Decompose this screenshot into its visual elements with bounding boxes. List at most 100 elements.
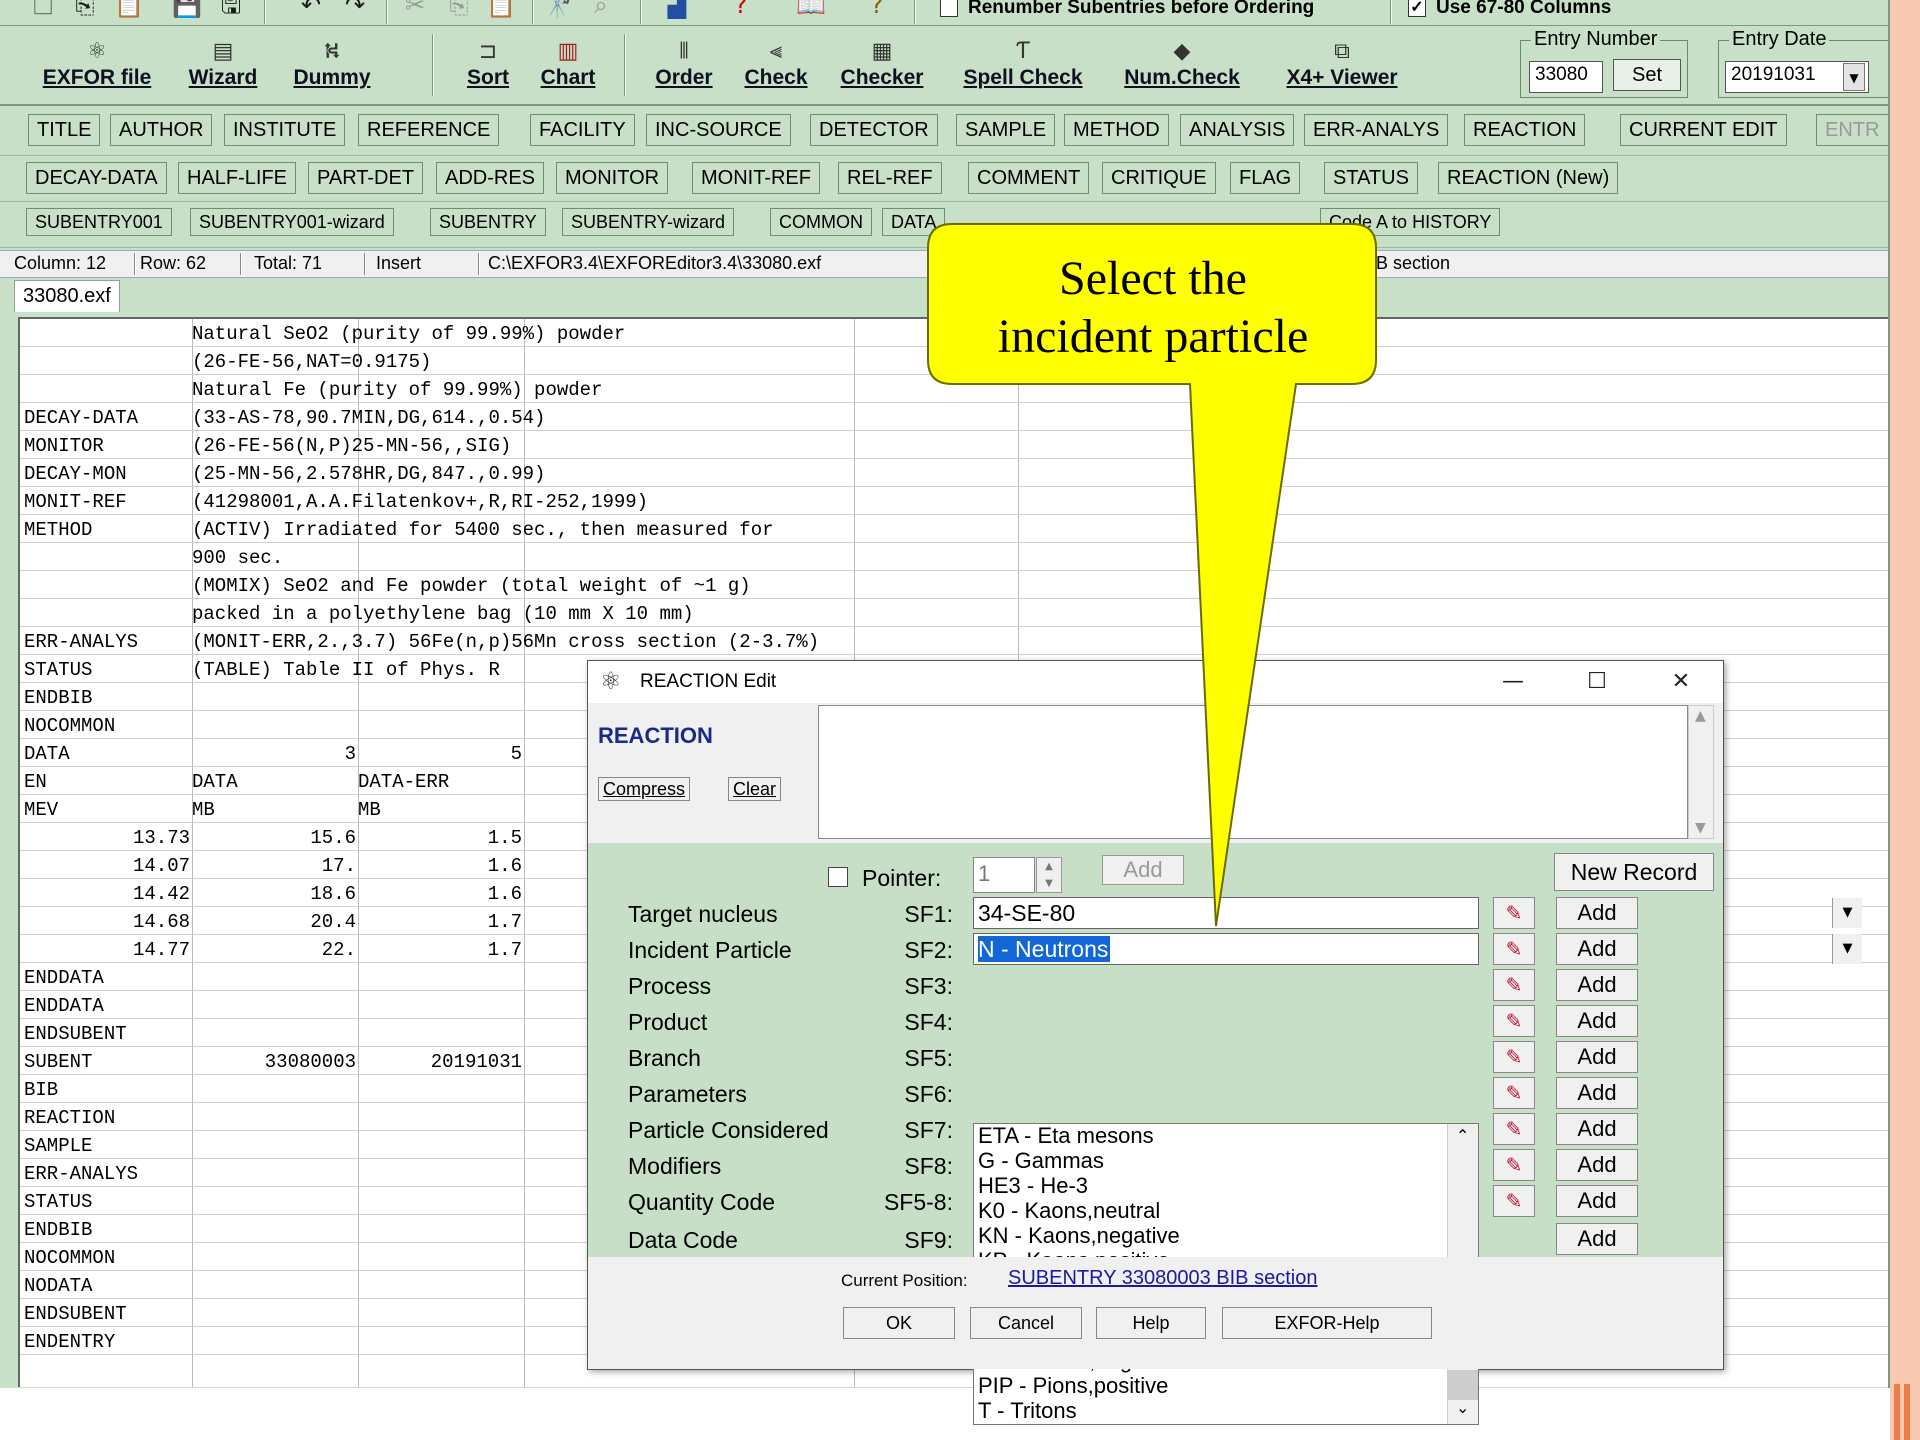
sort-button[interactable]: ⊐ Sort	[458, 38, 518, 90]
editor-row[interactable]: DECAY-MON (25-MN-56,2.578HR,DG,847.,0.99)	[20, 459, 1888, 487]
num-check-button[interactable]: ◆ Num.Check	[1112, 38, 1252, 90]
cut-icon[interactable]: ✂	[400, 0, 430, 18]
add-button[interactable]: Add	[1556, 1149, 1638, 1181]
chart-button[interactable]: ▥ Chart	[530, 38, 606, 90]
copy2-icon[interactable]: ⎘	[444, 0, 474, 18]
entry-number-input[interactable]: 33080	[1529, 61, 1603, 93]
tab-data[interactable]: DATA	[882, 208, 946, 236]
ok-button[interactable]: OK	[843, 1307, 955, 1339]
add-button[interactable]: Add	[1556, 1005, 1638, 1037]
paste2-icon[interactable]: 📋	[486, 0, 516, 18]
tab-subentry-wizard[interactable]: SUBENTRY-wizard	[562, 208, 735, 236]
binoculars-icon[interactable]: 🔭	[542, 0, 572, 18]
editor-row[interactable]: Natural Fe (purity of 99.99%) powder	[20, 375, 1888, 403]
tab-reference[interactable]: REFERENCE	[358, 114, 500, 146]
maximize-icon[interactable]: ☐	[1555, 661, 1639, 703]
editor-row[interactable]: MONIT-REF (41298001,A.A.Filatenkov+,R,RI-…	[20, 487, 1888, 515]
edit-pen-icon[interactable]: ✎	[1493, 1185, 1535, 1217]
scroll-up-icon[interactable]: ▲	[1695, 708, 1706, 724]
dropdown-option[interactable]: K0 - Kaons,neutral	[974, 1199, 1444, 1224]
copy-icon[interactable]: ⎘	[70, 0, 100, 18]
tab-institute[interactable]: INSTITUTE	[224, 114, 346, 146]
edit-pen-icon[interactable]: ✎	[1493, 897, 1535, 929]
checkbox-box[interactable]	[940, 0, 958, 17]
x4-viewer-button[interactable]: ⧉ X4+ Viewer	[1268, 38, 1416, 90]
tab-inc-source[interactable]: INC-SOURCE	[646, 114, 791, 146]
check-button[interactable]: ⫷ Check	[736, 38, 816, 90]
close-icon[interactable]: ✕	[1639, 661, 1723, 703]
tab-reaction-new[interactable]: REACTION (New)	[1438, 162, 1619, 194]
tab-decay-data[interactable]: DECAY-DATA	[26, 162, 167, 194]
current-position-link[interactable]: SUBENTRY 33080003 BIB section	[1008, 1267, 1317, 1290]
save-all-icon[interactable]: 🖫	[216, 0, 246, 18]
set-button[interactable]: Set	[1613, 59, 1681, 91]
minimize-icon[interactable]: —	[1471, 661, 1555, 703]
paste-icon[interactable]: 📋	[114, 0, 144, 18]
file-tab[interactable]: 33080.exf	[14, 280, 120, 312]
edit-pen-icon[interactable]: ✎	[1493, 1077, 1535, 1109]
tab-subentry001[interactable]: SUBENTRY001	[26, 208, 172, 236]
dropdown-option[interactable]: T - Tritons	[974, 1399, 1444, 1424]
pointer-checkbox[interactable]	[828, 867, 848, 887]
edit-pen-icon[interactable]: ✎	[1493, 1005, 1535, 1037]
exfor-help-button[interactable]: EXFOR-Help	[1222, 1307, 1432, 1339]
edit-pen-icon[interactable]: ✎	[1493, 1113, 1535, 1145]
cancel-button[interactable]: Cancel	[970, 1307, 1082, 1339]
help-question-icon[interactable]: ?	[726, 0, 756, 18]
tab-facility[interactable]: FACILITY	[530, 114, 635, 146]
find-icon[interactable]: ⌕	[586, 0, 616, 18]
tab-comment[interactable]: COMMENT	[968, 162, 1090, 194]
tab-monit-ref[interactable]: MONIT-REF	[692, 162, 820, 194]
editor-row[interactable]: packed in a polyethylene bag (10 mm X 10…	[20, 599, 1888, 627]
tab-monitor[interactable]: MONITOR	[556, 162, 669, 194]
help2-icon[interactable]: ?	[862, 0, 892, 18]
checker-button[interactable]: ▦ Checker	[830, 38, 934, 90]
chevron-down-icon[interactable]: ▼	[1832, 898, 1862, 928]
renumber-checkbox[interactable]: Renumber Subentries before Ordering	[940, 0, 1314, 22]
add-button[interactable]: Add	[1556, 1113, 1638, 1145]
scroll-down-icon[interactable]: ▼	[1695, 820, 1706, 836]
add-button[interactable]: Add	[1556, 1077, 1638, 1109]
tab-part-det[interactable]: PART-DET	[308, 162, 424, 194]
tab-status[interactable]: STATUS	[1324, 162, 1418, 194]
redo-icon[interactable]: ↷	[340, 0, 370, 18]
dropdown-option[interactable]: PIP - Pions,positive	[974, 1374, 1444, 1399]
editor-row[interactable]: METHOD (ACTIV) Irradiated for 5400 sec., …	[20, 515, 1888, 543]
dropdown-option[interactable]: ETA - Eta mesons	[974, 1124, 1444, 1149]
pointer-spinner[interactable]: ▲ ▼	[1036, 857, 1062, 893]
reaction-scrollbar[interactable]: ▲ ▼	[1688, 705, 1714, 839]
chevron-down-icon[interactable]: ▼	[1832, 934, 1862, 964]
add-button[interactable]: Add	[1556, 933, 1638, 965]
tab-flag[interactable]: FLAG	[1230, 162, 1301, 194]
chart-tool-icon[interactable]: ▟	[662, 0, 692, 18]
tab-common[interactable]: COMMON	[770, 208, 872, 236]
compress-button[interactable]: Compress	[598, 777, 691, 801]
tab-current-edit[interactable]: CURRENT EDIT	[1620, 114, 1787, 146]
editor-row[interactable]: (MOMIX) SeO2 and Fe powder (total weight…	[20, 571, 1888, 599]
add-button[interactable]: Add	[1556, 1041, 1638, 1073]
edit-pen-icon[interactable]: ✎	[1493, 933, 1535, 965]
dropdown-option[interactable]: HE3 - He-3	[974, 1174, 1444, 1199]
chevron-down-icon[interactable]: ▼	[1843, 63, 1865, 91]
tab-critique[interactable]: CRITIQUE	[1102, 162, 1216, 194]
editor-row[interactable]: ERR-ANALYS (MONIT-ERR,2.,3.7) 56Fe(n,p)56…	[20, 627, 1888, 655]
help-button[interactable]: Help	[1096, 1307, 1206, 1339]
editor-row[interactable]: DECAY-DATA (33-AS-78,90.7MIN,DG,614.,0.54…	[20, 403, 1888, 431]
wizard-button[interactable]: ▤ Wizard	[178, 38, 268, 90]
edit-pen-icon[interactable]: ✎	[1493, 1149, 1535, 1181]
tab-half-life[interactable]: HALF-LIFE	[178, 162, 297, 194]
edit-pen-icon[interactable]: ✎	[1493, 1041, 1535, 1073]
checkbox-checked[interactable]: ✓	[1408, 0, 1426, 17]
incident-particle-select[interactable]: N - Neutrons ▼	[973, 933, 1862, 965]
spell-check-button[interactable]: Ƭ Spell Check	[950, 38, 1096, 90]
new-file-icon[interactable]: 🗋	[28, 0, 58, 18]
reaction-textarea[interactable]	[818, 705, 1688, 839]
scroll-thumb[interactable]	[1448, 1370, 1478, 1400]
tab-subentry[interactable]: SUBENTRY	[430, 208, 546, 236]
save-icon[interactable]: 💾	[172, 0, 202, 18]
tab-rel-ref[interactable]: REL-REF	[838, 162, 942, 194]
new-record-button[interactable]: New Record	[1554, 853, 1714, 891]
add-button[interactable]: Add	[1556, 1223, 1638, 1255]
book-icon[interactable]: 📖	[796, 0, 826, 18]
tab-detector[interactable]: DETECTOR	[810, 114, 938, 146]
